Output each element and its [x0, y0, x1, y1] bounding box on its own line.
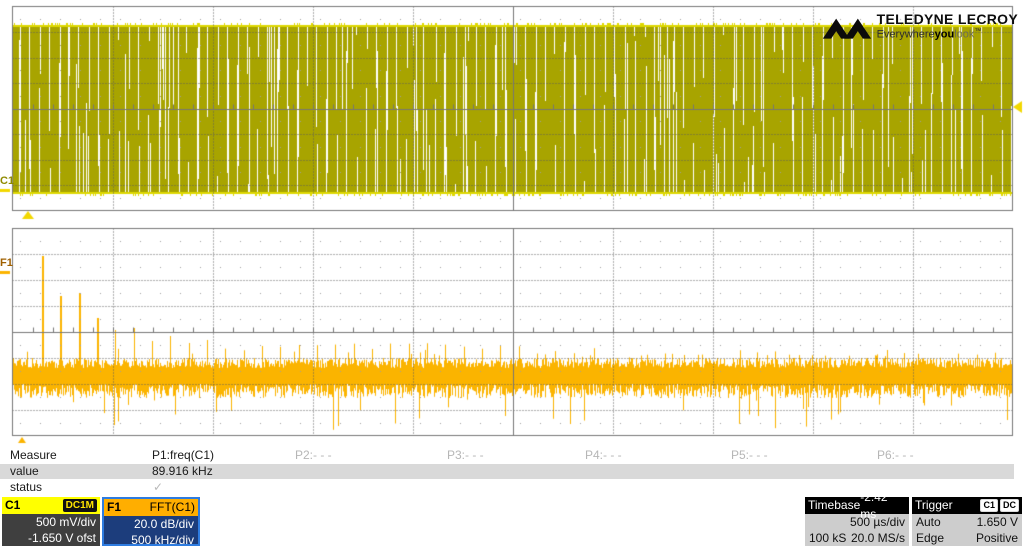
trigger-coupling-badge: DC: [1000, 499, 1019, 512]
timebase-rate: 20.0 MS/s: [851, 530, 905, 546]
measure-p4-header[interactable]: P4:- - -: [585, 448, 622, 463]
trigger-type: Edge: [916, 530, 944, 546]
f1-vscale: 20.0 dB/div: [134, 516, 194, 532]
f1-descriptor-box[interactable]: F1 FFT(C1) 20.0 dB/div 500 kHz/div: [102, 497, 200, 546]
f1-name: F1: [107, 499, 121, 516]
trigger-box[interactable]: Trigger C1 DC Auto 1.650 V Edge Positive: [912, 497, 1022, 546]
c1-descriptor-box[interactable]: C1 DC1M 500 mV/div -1.650 V ofst: [2, 497, 100, 546]
timebase-box[interactable]: Timebase -2.42 ms 500 µs/div 100 kS 20.0…: [805, 497, 909, 546]
trigger-slope: Positive: [976, 530, 1018, 546]
measure-p1-status-check-icon: ✓: [153, 480, 163, 495]
value-row-label: value: [10, 464, 39, 479]
timebase-samples: 100 kS: [809, 530, 846, 546]
f1-trace-label[interactable]: F1: [0, 258, 13, 269]
c1-vscale: 500 mV/div: [36, 514, 96, 530]
measure-p5-header[interactable]: P5:- - -: [731, 448, 768, 463]
brand-name: TELEDYNE LECROY: [877, 12, 1018, 26]
teledyne-arrows-icon: [821, 12, 873, 47]
oscilloscope-screen: C1 F1 TELEDYNE LECROY Everywhereyoulook™…: [0, 0, 1024, 547]
c1-trace-label[interactable]: C1: [0, 176, 14, 187]
timebase-hscale: 500 µs/div: [850, 514, 905, 530]
measure-p3-header[interactable]: P3:- - -: [447, 448, 484, 463]
measure-p6-header[interactable]: P6:- - -: [877, 448, 914, 463]
trigger-title: Trigger: [915, 497, 953, 514]
vendor-logo: TELEDYNE LECROY Everywhereyoulook™: [821, 12, 1018, 47]
f1-hscale: 500 kHz/div: [131, 532, 194, 547]
c1-offset: -1.650 V ofst: [28, 530, 96, 546]
c1-name: C1: [5, 497, 20, 514]
status-row-label: status: [10, 480, 42, 495]
brand-tagline: Everywhereyoulook™: [877, 26, 1018, 41]
trigger-source-badge: C1: [980, 499, 998, 512]
measure-p1-header[interactable]: P1:freq(C1): [152, 448, 214, 463]
trigger-level: 1.650 V: [977, 514, 1018, 530]
f1-function: FFT(C1): [150, 499, 195, 516]
measure-p1-value: 89.916 kHz: [152, 464, 213, 479]
measure-row-label: Measure: [10, 448, 57, 463]
timebase-title: Timebase: [808, 497, 860, 514]
trigger-mode: Auto: [916, 514, 941, 530]
measure-p2-header[interactable]: P2:- - -: [295, 448, 332, 463]
c1-coupling-badge: DC1M: [63, 499, 97, 512]
